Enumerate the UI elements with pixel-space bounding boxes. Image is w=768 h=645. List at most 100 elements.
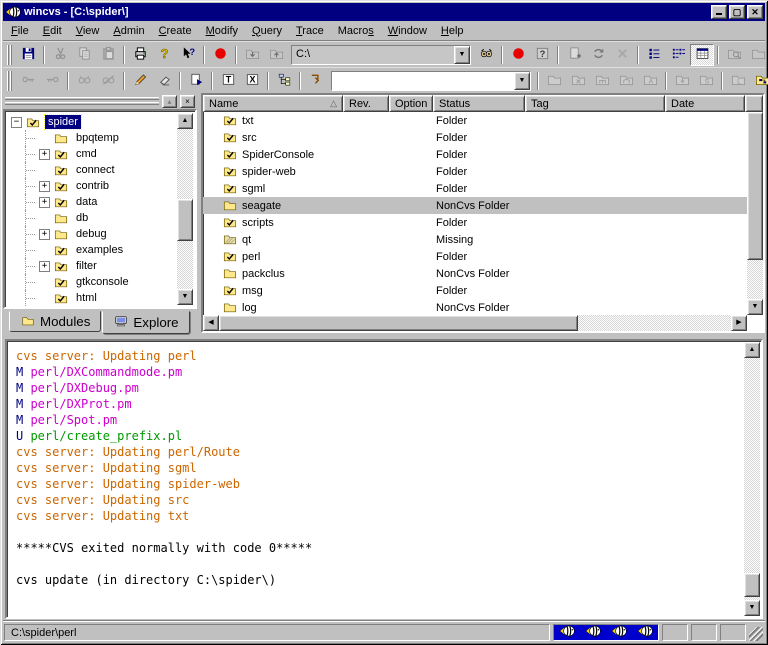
toolbar-gripper[interactable] <box>7 45 14 65</box>
tree-item-examples[interactable]: examples <box>7 242 193 258</box>
scrollbar-thumb[interactable] <box>219 315 578 331</box>
file-name[interactable]: sgml <box>242 183 265 195</box>
scroll-up-button[interactable]: ▲ <box>177 113 193 129</box>
menu-window[interactable]: Window <box>381 22 434 40</box>
column-header-tag[interactable]: Tag <box>525 95 665 112</box>
edit-file-button[interactable] <box>128 70 152 92</box>
unedit-file-button[interactable] <box>152 70 176 92</box>
scrollbar-thumb[interactable] <box>747 112 763 260</box>
save-button[interactable] <box>16 44 40 66</box>
file-list-vscrollbar[interactable]: ▲ ▼ <box>747 95 763 315</box>
file-name[interactable]: msg <box>242 285 263 297</box>
column-header-status[interactable]: Status <box>433 95 525 112</box>
tree-item-filter[interactable]: + filter <box>7 258 193 274</box>
expand-toggle[interactable]: + <box>39 229 50 240</box>
file-row-scripts[interactable]: scriptsFolder <box>203 214 747 231</box>
console-output[interactable]: cvs server: Updating perlM perl/DXComman… <box>5 339 763 619</box>
menu-edit[interactable]: Edit <box>36 22 69 40</box>
column-header-option[interactable]: Option <box>389 95 433 112</box>
tree-item-label[interactable]: spider <box>45 115 81 129</box>
stop-button[interactable] <box>208 44 232 66</box>
file-row-msg[interactable]: msgFolder <box>203 282 747 299</box>
tree-item-gtkconsole[interactable]: gtkconsole <box>7 274 193 290</box>
tree-item-connect[interactable]: connect <box>7 162 193 178</box>
expand-toggle[interactable]: + <box>39 197 50 208</box>
collapse-toggle[interactable]: − <box>11 117 22 128</box>
toolbar-gripper[interactable] <box>7 71 14 91</box>
file-row-src[interactable]: srcFolder <box>203 129 747 146</box>
file-row-seagate[interactable]: seagateNonCvs Folder <box>203 197 747 214</box>
view-details-button[interactable] <box>690 44 714 66</box>
file-list-hscrollbar[interactable]: ◀ ▶ <box>203 315 747 331</box>
stop-cvs-button[interactable] <box>506 44 530 66</box>
menu-create[interactable]: Create <box>152 22 199 40</box>
file-name[interactable]: qt <box>242 234 251 246</box>
tree-item-label[interactable]: bpqtemp <box>73 131 122 145</box>
menu-query[interactable]: Query <box>245 22 289 40</box>
menu-help[interactable]: Help <box>434 22 471 40</box>
file-name[interactable]: src <box>242 132 257 144</box>
file-name[interactable]: log <box>242 302 257 314</box>
file-name[interactable]: txt <box>242 115 254 127</box>
column-header-rev[interactable]: Rev. <box>343 95 389 112</box>
filter-combo-value[interactable] <box>332 72 514 90</box>
graph-button[interactable] <box>750 70 768 92</box>
view-small-icons-button[interactable] <box>642 44 666 66</box>
menu-view[interactable]: View <box>69 22 107 40</box>
tree-item-db[interactable]: db <box>7 210 193 226</box>
file-name[interactable]: scripts <box>242 217 274 229</box>
goto-folder-button[interactable] <box>304 70 328 92</box>
titlebar[interactable]: wincvs - [C:\spider\] ▢ ✕ <box>3 3 765 21</box>
tree-item-label[interactable]: filter <box>73 259 100 273</box>
help-button[interactable]: ? <box>152 44 176 66</box>
scroll-right-button[interactable]: ▶ <box>731 315 747 331</box>
scrollbar-thumb[interactable] <box>177 199 193 241</box>
tree-item-data[interactable]: + data <box>7 194 193 210</box>
binary-option-button[interactable]: X <box>240 70 264 92</box>
print-button[interactable] <box>128 44 152 66</box>
column-header-date[interactable]: Date <box>665 95 745 112</box>
context-help-button[interactable]: ? <box>176 44 200 66</box>
menu-macros[interactable]: Macros <box>331 22 381 40</box>
command-help-button[interactable]: ? <box>530 44 554 66</box>
tree-item-label[interactable]: examples <box>73 243 126 257</box>
ascii-option-button[interactable]: T <box>216 70 240 92</box>
file-row-spider-web[interactable]: spider-webFolder <box>203 163 747 180</box>
browse-location-combo[interactable]: C:\▼ <box>291 45 471 65</box>
tree-item-label[interactable]: data <box>73 195 100 209</box>
file-row-sgml[interactable]: sgmlFolder <box>203 180 747 197</box>
tree-item-html[interactable]: html <box>7 290 193 306</box>
tree-item-spider[interactable]: − spider <box>7 114 193 130</box>
resize-grip[interactable] <box>749 627 763 641</box>
menu-modify[interactable]: Modify <box>199 22 245 40</box>
chevron-down-icon[interactable]: ▼ <box>514 72 530 90</box>
dock-close-button[interactable]: × <box>180 95 195 108</box>
expand-toggle[interactable]: + <box>39 149 50 160</box>
scroll-left-button[interactable]: ◀ <box>203 315 219 331</box>
filter-combo[interactable]: ▼ <box>331 71 531 91</box>
chevron-down-icon[interactable]: ▼ <box>454 46 470 64</box>
scroll-up-button[interactable]: ▲ <box>744 342 760 358</box>
browse-location-combo-value[interactable]: C:\ <box>292 46 454 64</box>
file-row-txt[interactable]: txtFolder <box>203 112 747 129</box>
file-name[interactable]: seagate <box>242 200 281 212</box>
menu-file[interactable]: File <box>4 22 36 40</box>
tree-item-label[interactable]: connect <box>73 163 118 177</box>
tree-item-label[interactable]: db <box>73 211 91 225</box>
expand-toggle[interactable]: + <box>39 181 50 192</box>
tree-item-label[interactable]: debug <box>73 227 110 241</box>
run-macro-button[interactable] <box>184 70 208 92</box>
tree-item-cmd[interactable]: +cmd <box>7 146 193 162</box>
maximize-button[interactable]: ▢ <box>729 5 745 19</box>
file-name[interactable]: packclus <box>242 268 285 280</box>
scroll-down-button[interactable]: ▼ <box>177 289 193 305</box>
dock-collapse-button[interactable]: ▴ <box>162 95 177 108</box>
dock-gripper[interactable] <box>5 97 159 105</box>
menu-admin[interactable]: Admin <box>106 22 151 40</box>
file-row-packclus[interactable]: packclusNonCvs Folder <box>203 265 747 282</box>
file-row-log[interactable]: logNonCvs Folder <box>203 299 747 315</box>
tree-item-bpqtemp[interactable]: bpqtemp <box>7 130 193 146</box>
expand-toggle[interactable]: + <box>39 261 50 272</box>
console-scrollbar[interactable]: ▲ ▼ <box>744 342 760 616</box>
menu-trace[interactable]: Trace <box>289 22 331 40</box>
